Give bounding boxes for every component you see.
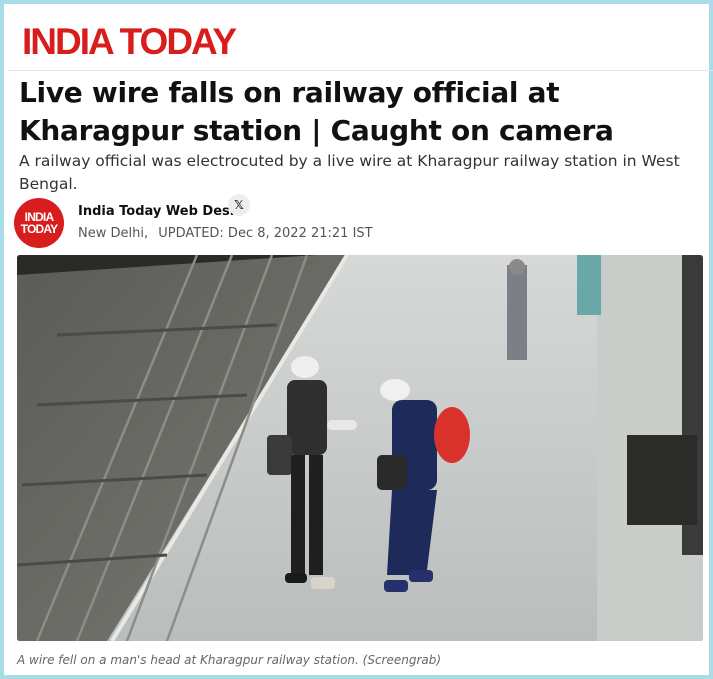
author-avatar[interactable]: INDIA TODAY [14, 198, 64, 248]
dateline-location: New Delhi, [78, 226, 149, 241]
avatar-text-line2: TODAY [20, 222, 58, 236]
x-icon[interactable]: 𝕏 [228, 194, 250, 216]
updated-timestamp: UPDATED: Dec 8, 2022 21:21 IST [158, 226, 373, 241]
brand-logo[interactable]: INDIA TODAY [22, 22, 237, 62]
article-meta: New Delhi, UPDATED: Dec 8, 2022 21:21 IS… [78, 226, 379, 241]
article-image[interactable] [17, 255, 703, 641]
page-frame: INDIA TODAY Live wire falls on railway o… [0, 0, 713, 679]
author-name[interactable]: India Today Web Desk [78, 204, 238, 219]
railway-platform-screengrab [17, 255, 703, 641]
article-headline: Live wire falls on railway official at K… [19, 76, 614, 147]
article-summary: A railway official was electrocuted by a… [19, 152, 680, 193]
image-caption: A wire fell on a man's head at Kharagpur… [17, 653, 442, 667]
masthead: INDIA TODAY [8, 8, 713, 71]
